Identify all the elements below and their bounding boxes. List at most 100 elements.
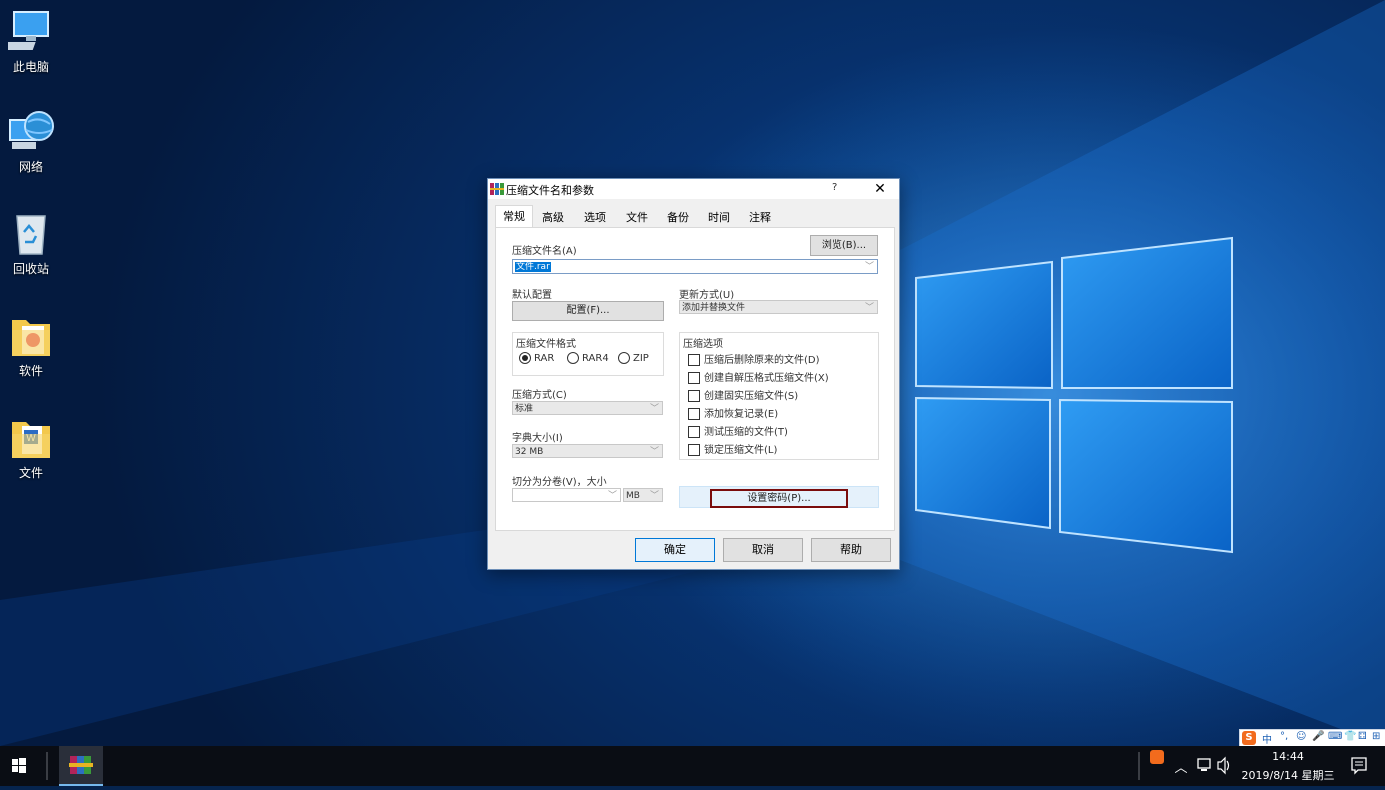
split-unit-value: MB: [626, 491, 640, 501]
compression-method-select[interactable]: 标准 ﹀: [512, 401, 663, 415]
archive-name-input[interactable]: 文件.rar ﹀: [512, 259, 878, 274]
network-globe-icon: [8, 108, 54, 154]
checkbox-icon: [688, 444, 700, 456]
checkbox-icon: [688, 426, 700, 438]
ime-toolbox-icon[interactable]: ⚃: [1358, 731, 1367, 742]
tab-time[interactable]: 时间: [708, 209, 730, 227]
winrar-icon: [69, 756, 93, 774]
recycle-bin-icon: [8, 210, 54, 256]
set-password-button[interactable]: 设置密码(P)...: [710, 489, 848, 508]
desktop-icon-software-folder[interactable]: 软件: [0, 312, 62, 379]
ime-menu-icon[interactable]: ⊞: [1372, 731, 1380, 742]
compression-method-value: 标准: [515, 404, 534, 414]
checkbox-icon: [688, 408, 700, 420]
tab-files[interactable]: 文件: [626, 209, 648, 227]
archive-options-label: 压缩选项: [683, 339, 723, 350]
desktop-icon-label: 网络: [18, 160, 43, 174]
archive-format-group: 压缩文件格式 RAR RAR4 ZIP: [512, 332, 664, 376]
winrar-icon: [490, 183, 504, 195]
dialog-titlebar[interactable]: 压缩文件名和参数 ? ✕: [488, 179, 899, 199]
sogou-ime-icon[interactable]: [1148, 746, 1166, 786]
sogou-logo-icon[interactable]: S: [1242, 731, 1256, 745]
profiles-button[interactable]: 配置(F)...: [512, 301, 664, 321]
dictionary-size-value: 32 MB: [515, 447, 544, 457]
ime-keyboard-icon[interactable]: ⌨: [1328, 731, 1342, 742]
split-volumes-label: 切分为分卷(V)，大小: [512, 477, 607, 488]
general-tab-panel: 压缩文件名(A) 浏览(B)... 文件.rar ﹀ 默认配置 配置(F)...…: [495, 227, 895, 531]
chevron-down-icon: ﹀: [607, 491, 617, 501]
ime-emoji-icon[interactable]: ☺: [1296, 731, 1306, 742]
cancel-button[interactable]: 取消: [723, 538, 803, 562]
desktop-icon-network[interactable]: 网络: [0, 108, 62, 175]
help-icon[interactable]: ?: [832, 182, 837, 193]
desktop-icon-label: 回收站: [12, 262, 49, 276]
checkbox-icon: [688, 354, 700, 366]
tab-backup[interactable]: 备份: [667, 209, 689, 227]
tab-general[interactable]: 常规: [495, 205, 533, 228]
taskbar: ︿ 14:44 2019/8/14 星期三: [0, 746, 1385, 786]
taskbar-divider: [46, 752, 48, 780]
desktop-icon-this-pc[interactable]: 此电脑: [0, 8, 62, 75]
computer-icon: [0, 8, 54, 54]
dialog-tabs: 常规 高级 选项 文件 备份 时间 注释: [495, 205, 895, 228]
archive-name-label: 压缩文件名(A): [512, 246, 577, 257]
format-radio-rar[interactable]: RAR: [519, 352, 554, 364]
split-unit-select[interactable]: MB ﹀: [623, 488, 663, 502]
ime-skin-icon[interactable]: 👕: [1344, 731, 1356, 742]
ime-punctuation-icon[interactable]: °,: [1280, 731, 1288, 742]
start-button[interactable]: [0, 746, 38, 786]
radio-icon: [618, 352, 630, 364]
folder-word-icon: W: [8, 414, 54, 460]
clock-time[interactable]: 14:44: [1240, 750, 1336, 763]
option-lock-archive[interactable]: 锁定压缩文件(L): [688, 441, 777, 456]
folder-icon: [8, 312, 54, 358]
ok-button[interactable]: 确定: [635, 538, 715, 562]
clock-date[interactable]: 2019/8/14 星期三: [1240, 767, 1336, 783]
compression-method-label: 压缩方式(C): [512, 390, 567, 401]
option-delete-after[interactable]: 压缩后删除原来的文件(D): [688, 351, 820, 366]
desktop-icon-label: 文件: [18, 466, 43, 480]
dictionary-size-select[interactable]: 32 MB ﹀: [512, 444, 663, 458]
option-solid-archive[interactable]: 创建固实压缩文件(S): [688, 387, 798, 402]
desktop-icon-recycle-bin[interactable]: 回收站: [0, 210, 62, 277]
browse-button[interactable]: 浏览(B)...: [810, 235, 878, 256]
archive-options-group: 压缩选项 压缩后删除原来的文件(D) 创建自解压格式压缩文件(X) 创建固实压缩…: [679, 332, 879, 460]
taskbar-winrar-button[interactable]: [59, 746, 103, 786]
option-recovery-record[interactable]: 添加恢复记录(E): [688, 405, 778, 420]
windows-logo-icon: [12, 758, 26, 773]
dictionary-size-label: 字典大小(I): [512, 433, 563, 444]
network-icon[interactable]: [1196, 746, 1214, 786]
close-icon[interactable]: ✕: [869, 179, 891, 199]
taskbar-divider: [1138, 752, 1140, 780]
option-create-sfx[interactable]: 创建自解压格式压缩文件(X): [688, 369, 829, 384]
format-radio-rar4[interactable]: RAR4: [567, 352, 609, 364]
chevron-down-icon[interactable]: ﹀: [865, 260, 874, 274]
update-mode-select[interactable]: 添加并替换文件 ﹀: [679, 300, 878, 314]
chevron-down-icon: ﹀: [649, 447, 659, 457]
format-radio-zip[interactable]: ZIP: [618, 352, 649, 364]
help-button[interactable]: 帮助: [811, 538, 891, 562]
archive-name-dialog: 压缩文件名和参数 ? ✕ 常规 高级 选项 文件 备份 时间 注释 压缩文件名(…: [487, 178, 900, 570]
split-size-input[interactable]: ﹀: [512, 488, 621, 502]
tab-advanced[interactable]: 高级: [542, 209, 564, 227]
option-test-files[interactable]: 测试压缩的文件(T): [688, 423, 788, 438]
desktop-icon-label: 此电脑: [12, 60, 49, 74]
archive-format-label: 压缩文件格式: [516, 339, 576, 350]
update-mode-label: 更新方式(U): [679, 290, 735, 301]
default-profile-label: 默认配置: [512, 290, 552, 301]
chevron-down-icon: ﹀: [864, 303, 874, 313]
volume-icon[interactable]: [1216, 746, 1234, 786]
ime-chinese-mode[interactable]: 中: [1262, 731, 1272, 746]
checkbox-icon: [688, 372, 700, 384]
radio-icon: [567, 352, 579, 364]
dialog-title: 压缩文件名和参数: [506, 184, 594, 197]
desktop-icon-files-folder[interactable]: W 文件: [0, 414, 62, 481]
tab-options[interactable]: 选项: [584, 209, 606, 227]
radio-selected-icon: [519, 352, 531, 364]
ime-voice-icon[interactable]: 🎤: [1312, 731, 1324, 742]
chevron-up-icon[interactable]: ︿: [1174, 757, 1188, 776]
notification-icon[interactable]: [1346, 746, 1372, 786]
tab-comment[interactable]: 注释: [749, 209, 771, 227]
checkbox-icon: [688, 390, 700, 402]
archive-name-value: 文件.rar: [515, 262, 551, 272]
